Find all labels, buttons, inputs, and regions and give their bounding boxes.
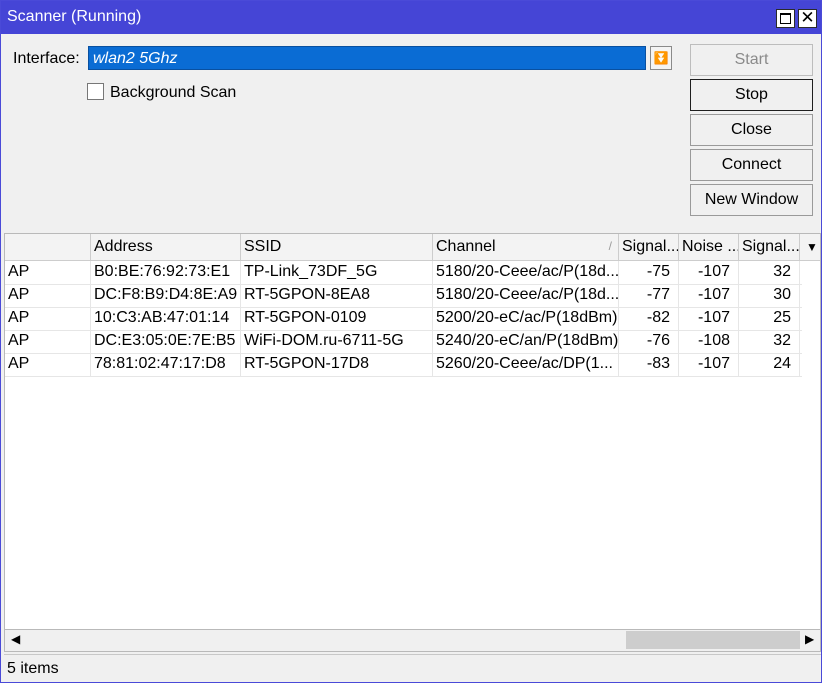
start-button[interactable]: Start (690, 44, 813, 76)
cell-type: AP (5, 353, 91, 376)
table-row[interactable]: AP B0:BE:76:92:73:E1 TP-Link_73DF_5G 518… (5, 261, 802, 285)
col-header-signal-noise[interactable]: Signal... (739, 234, 800, 260)
column-menu-icon[interactable]: ▼ (803, 234, 821, 260)
cell-channel: 5260/20-Ceee/ac/DP(1... (433, 353, 619, 376)
scanner-window: Scanner (Running) ✕ Interface: wlan2 5Gh… (0, 0, 822, 683)
cell-noise: -107 (679, 353, 739, 376)
cell-signal: -82 (619, 307, 679, 330)
cell-address: 78:81:02:47:17:D8 (91, 353, 241, 376)
cell-ssid: WiFi-DOM.ru-6711-5G (241, 330, 433, 353)
cell-noise: -107 (679, 307, 739, 330)
table-row[interactable]: AP DC:F8:B9:D4:8E:A9 RT-5GPON-8EA8 5180/… (5, 284, 802, 308)
col-header-signal[interactable]: Signal... (619, 234, 679, 260)
cell-channel: 5240/20-eC/an/P(18dBm) (433, 330, 619, 353)
scroll-right-icon[interactable]: ▶ (805, 632, 814, 646)
cell-noise: -107 (679, 261, 739, 284)
scroll-left-icon[interactable]: ◀ (11, 632, 20, 646)
cell-ssid: RT-5GPON-8EA8 (241, 284, 433, 307)
cell-noise: -107 (679, 284, 739, 307)
close-icon[interactable]: ✕ (798, 8, 817, 28)
cell-snr: 30 (739, 284, 800, 307)
table-row[interactable]: AP 10:C3:AB:47:01:14 RT-5GPON-0109 5200/… (5, 307, 802, 331)
scrollbar-thumb[interactable] (626, 631, 800, 649)
item-count: 5 items (7, 660, 59, 677)
cell-address: B0:BE:76:92:73:E1 (91, 261, 241, 284)
window-title: Scanner (Running) (7, 8, 142, 25)
cell-address: 10:C3:AB:47:01:14 (91, 307, 241, 330)
table-row[interactable]: AP 78:81:02:47:17:D8 RT-5GPON-17D8 5260/… (5, 353, 802, 377)
col-header-address[interactable]: Address (91, 234, 241, 260)
cell-snr: 25 (739, 307, 800, 330)
col-header-ssid[interactable]: SSID (241, 234, 433, 260)
dropdown-arrow-icon[interactable]: ⏬ (650, 46, 672, 70)
cell-channel: 5180/20-Ceee/ac/P(18d... (433, 284, 619, 307)
table-header: Address SSID Channel / Signal... Noise ..… (5, 234, 820, 261)
cell-type: AP (5, 307, 91, 330)
background-scan-checkbox[interactable] (87, 83, 104, 100)
col-header-channel-label: Channel (436, 238, 496, 255)
status-bar: 5 items (4, 654, 821, 681)
col-header-noise[interactable]: Noise ... (679, 234, 739, 260)
stop-button[interactable]: Stop (690, 79, 813, 111)
cell-type: AP (5, 284, 91, 307)
cell-address: DC:E3:05:0E:7E:B5 (91, 330, 241, 353)
cell-signal: -83 (619, 353, 679, 376)
title-bar[interactable]: Scanner (Running) ✕ (1, 1, 821, 34)
cell-ssid: RT-5GPON-17D8 (241, 353, 433, 376)
new-window-button[interactable]: New Window (690, 184, 813, 216)
cell-channel: 5200/20-eC/ac/P(18dBm) (433, 307, 619, 330)
col-header-type[interactable] (5, 234, 91, 260)
cell-snr: 24 (739, 353, 800, 376)
col-header-channel[interactable]: Channel / (433, 234, 619, 260)
cell-snr: 32 (739, 330, 800, 353)
cell-signal: -76 (619, 330, 679, 353)
scan-results-table: Address SSID Channel / Signal... Noise ..… (4, 233, 821, 630)
cell-type: AP (5, 330, 91, 353)
cell-channel: 5180/20-Ceee/ac/P(18d... (433, 261, 619, 284)
cell-ssid: RT-5GPON-0109 (241, 307, 433, 330)
cell-signal: -77 (619, 284, 679, 307)
horizontal-scrollbar[interactable]: ◀ ▶ (4, 630, 821, 652)
cell-noise: -108 (679, 330, 739, 353)
table-row[interactable]: AP DC:E3:05:0E:7E:B5 WiFi-DOM.ru-6711-5G… (5, 330, 802, 354)
interface-label: Interface: (13, 50, 80, 67)
cell-address: DC:F8:B9:D4:8E:A9 (91, 284, 241, 307)
interface-select[interactable]: wlan2 5Ghz (88, 46, 646, 70)
background-scan-label: Background Scan (110, 84, 237, 101)
maximize-icon[interactable] (776, 9, 795, 28)
cell-ssid: TP-Link_73DF_5G (241, 261, 433, 284)
close-button[interactable]: Close (690, 114, 813, 146)
cell-type: AP (5, 261, 91, 284)
cell-snr: 32 (739, 261, 800, 284)
cell-signal: -75 (619, 261, 679, 284)
connect-button[interactable]: Connect (690, 149, 813, 181)
sort-indicator-icon: / (608, 239, 612, 253)
